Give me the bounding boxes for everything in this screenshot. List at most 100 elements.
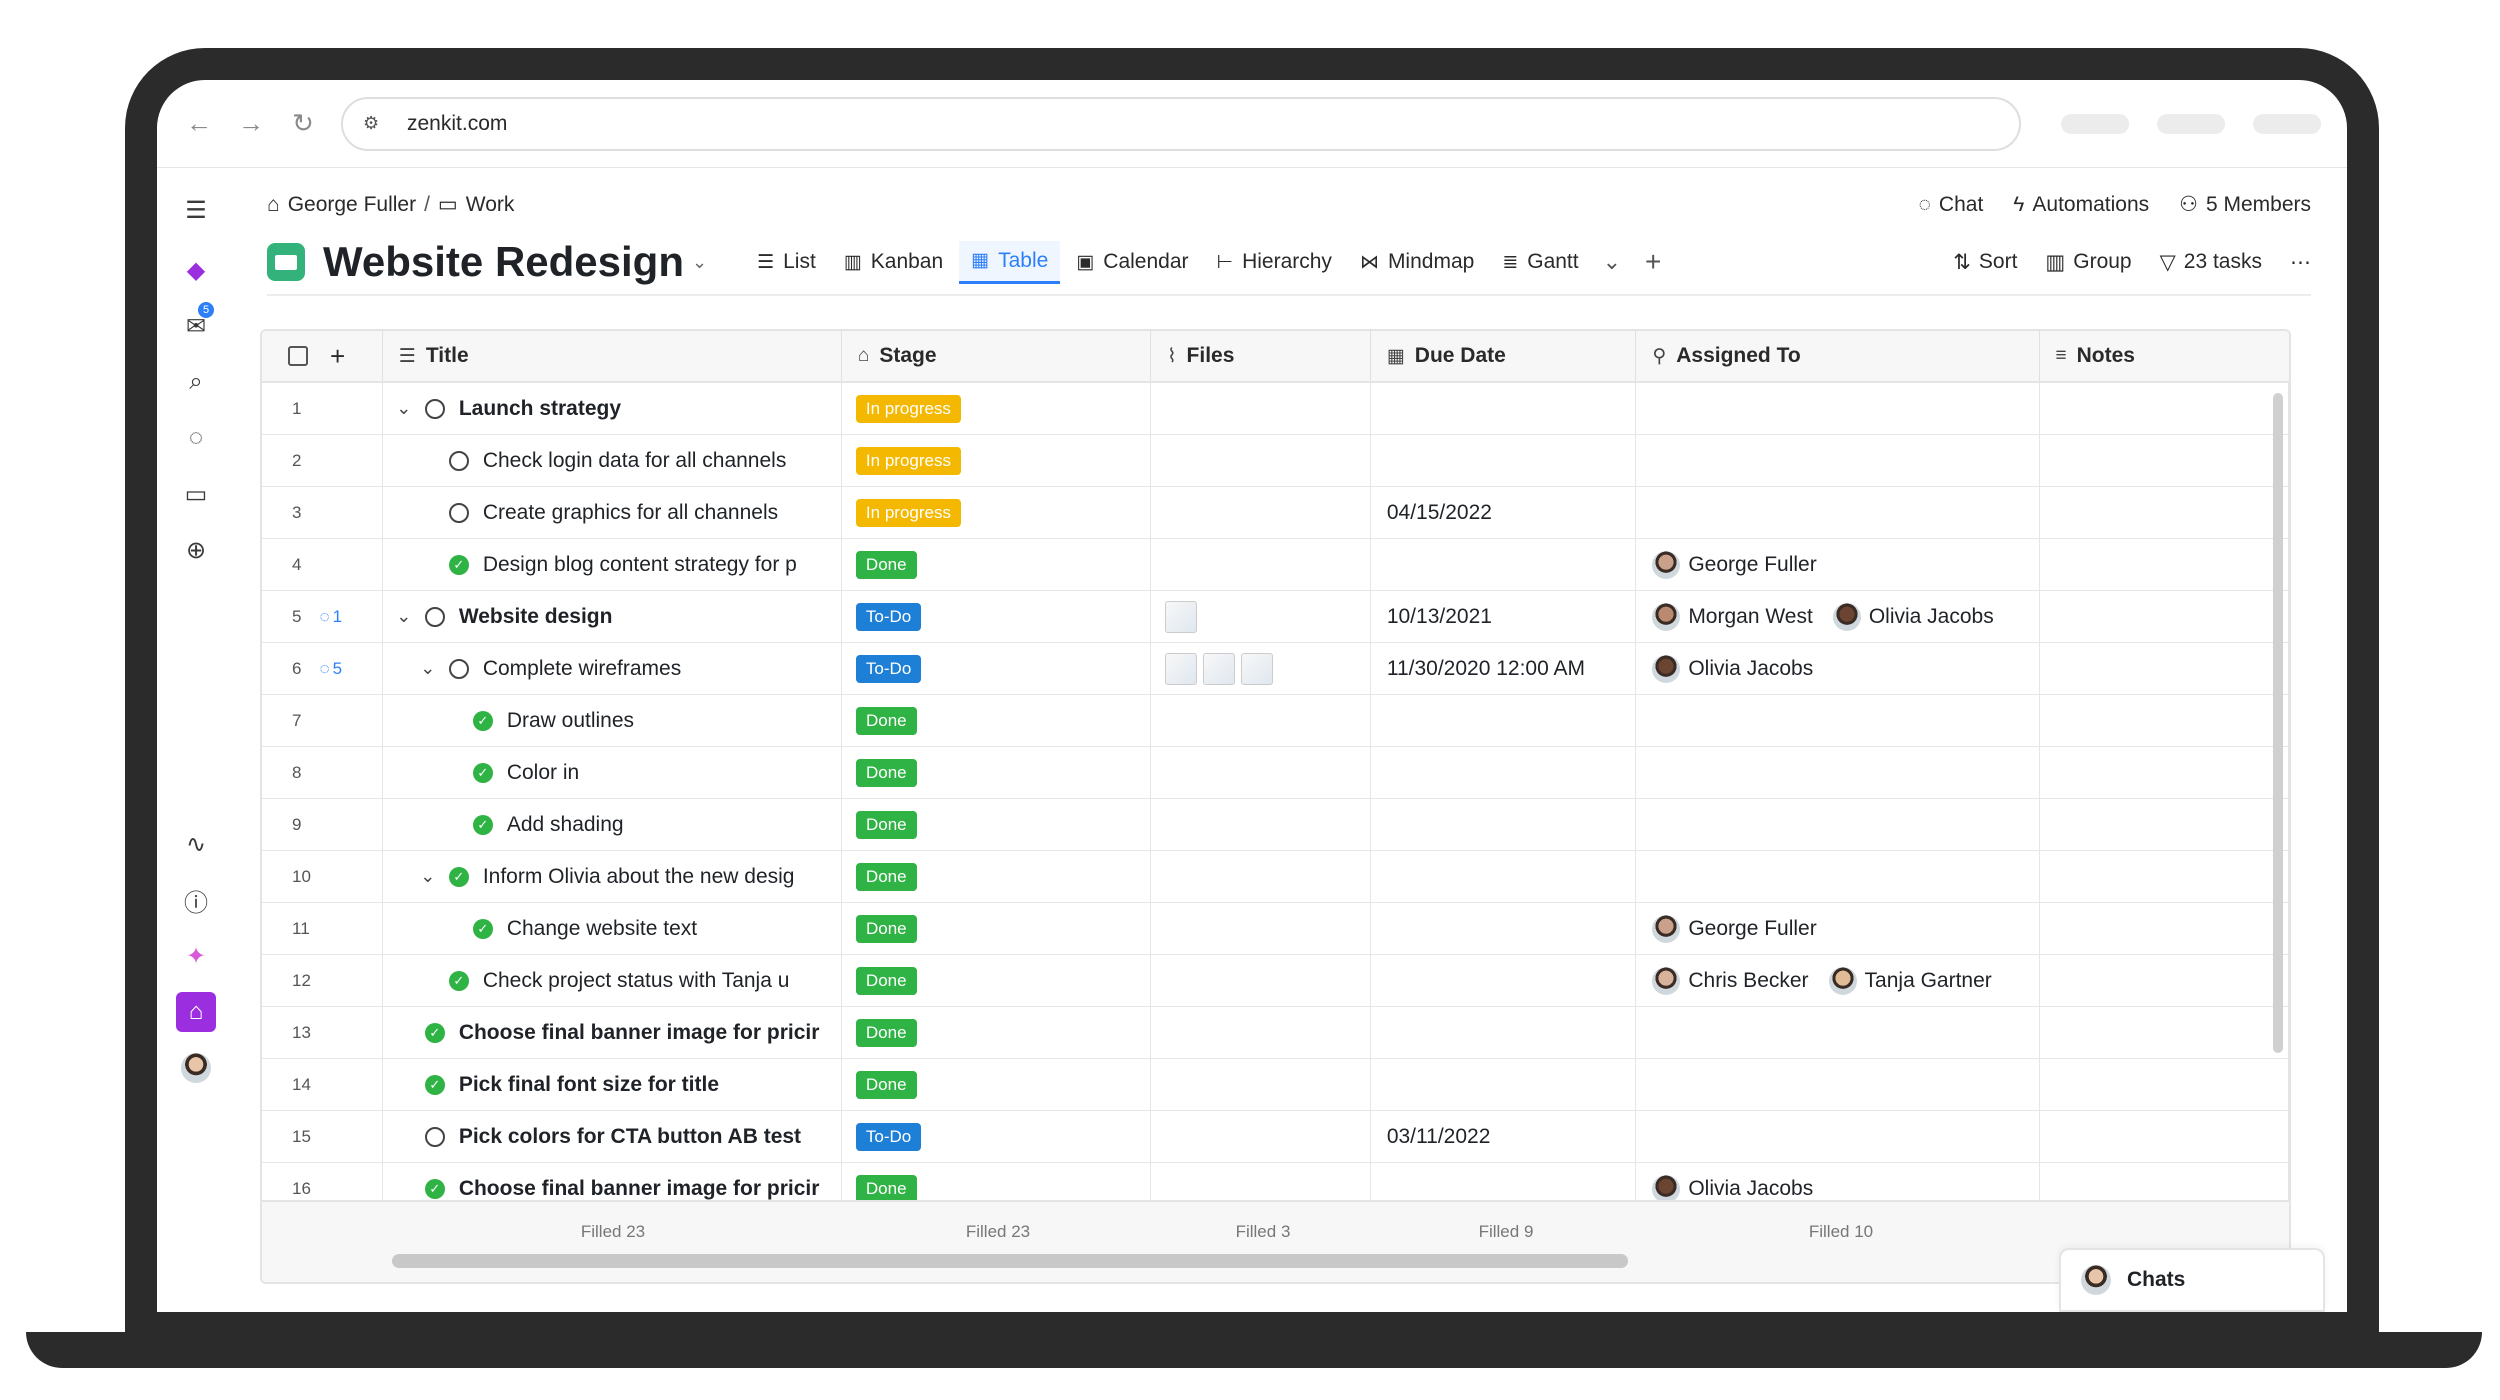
files-cell[interactable]: [1151, 799, 1371, 850]
due-date-cell[interactable]: [1371, 435, 1637, 486]
chevron-down-icon[interactable]: ⌄: [393, 398, 415, 419]
chats-panel-button[interactable]: Chats: [2059, 1248, 2325, 1312]
assigned-cell[interactable]: George Fuller: [1636, 539, 2040, 590]
assignee[interactable]: Morgan West: [1652, 602, 1813, 631]
assigned-cell[interactable]: Morgan West Olivia Jacobs: [1636, 591, 2040, 642]
title-cell[interactable]: ⌄ Launch strategy: [383, 383, 842, 434]
assigned-cell[interactable]: [1636, 1059, 2040, 1110]
due-date-cell[interactable]: 03/11/2022: [1371, 1111, 1637, 1162]
address-bar[interactable]: ⚙ zenkit.com: [341, 96, 2021, 151]
due-date-cell[interactable]: 10/13/2021: [1371, 591, 1637, 642]
files-cell[interactable]: [1151, 539, 1371, 590]
column-header-stage[interactable]: ⌂ Stage: [842, 331, 1152, 381]
column-header-files[interactable]: ⌇ Files: [1151, 331, 1371, 381]
files-cell[interactable]: [1151, 591, 1371, 642]
assigned-cell[interactable]: [1636, 695, 2040, 746]
table-row[interactable]: 9 ✓ Add shading Done: [262, 799, 2289, 851]
completed-check-icon[interactable]: ✓: [448, 554, 469, 575]
folder-icon[interactable]: ▭: [176, 474, 216, 514]
zenkit-logo-icon[interactable]: ◆: [176, 250, 216, 290]
notes-cell[interactable]: [2040, 799, 2289, 850]
notes-cell[interactable]: [2040, 435, 2289, 486]
select-all-checkbox[interactable]: [288, 346, 308, 366]
due-date-cell[interactable]: [1371, 1007, 1637, 1058]
assignee[interactable]: Olivia Jacobs: [1652, 1174, 1813, 1203]
table-row[interactable]: 14 ✓ Pick final font size for title Done: [262, 1059, 2289, 1111]
vertical-scrollbar[interactable]: [2273, 393, 2283, 1053]
file-thumbnail[interactable]: [1203, 652, 1236, 685]
apps-icon[interactable]: ✦: [176, 936, 216, 976]
files-cell[interactable]: [1151, 955, 1371, 1006]
file-thumbnail[interactable]: [1165, 652, 1198, 685]
user-avatar[interactable]: [176, 1048, 216, 1088]
title-cell[interactable]: ✓ Pick final font size for title: [383, 1059, 842, 1110]
breadcrumb-folder[interactable]: ▭ Work: [438, 192, 514, 217]
chevron-down-icon[interactable]: ⌄: [417, 866, 439, 887]
title-cell[interactable]: ✓ Choose final banner image for pricir: [383, 1007, 842, 1058]
title-cell[interactable]: ⌄ Complete wireframes: [383, 643, 842, 694]
more-views-chevron-icon[interactable]: ⌄: [1591, 249, 1633, 275]
tab-list[interactable]: ☰ List: [745, 242, 828, 282]
title-cell[interactable]: Pick colors for CTA button AB test: [383, 1111, 842, 1162]
stage-cell[interactable]: In progress: [842, 487, 1152, 538]
tab-mindmap[interactable]: ⋈ Mindmap: [1348, 242, 1486, 282]
chevron-down-icon[interactable]: ⌄: [692, 252, 707, 273]
assigned-cell[interactable]: George Fuller: [1636, 903, 2040, 954]
due-date-cell[interactable]: [1371, 539, 1637, 590]
files-cell[interactable]: [1151, 1059, 1371, 1110]
back-icon[interactable]: ←: [179, 104, 219, 144]
search-icon[interactable]: ⌕: [176, 362, 216, 402]
add-view-icon[interactable]: +: [1633, 246, 1673, 278]
file-thumbnail[interactable]: [1241, 652, 1274, 685]
info-icon[interactable]: ⓘ: [176, 880, 216, 920]
due-date-cell[interactable]: 04/15/2022: [1371, 487, 1637, 538]
due-date-cell[interactable]: [1371, 799, 1637, 850]
stage-cell[interactable]: Done: [842, 955, 1152, 1006]
assignee[interactable]: Olivia Jacobs: [1832, 602, 1994, 631]
tab-table[interactable]: ▦ Table: [959, 240, 1061, 284]
breadcrumb-owner[interactable]: ⌂ George Fuller: [267, 193, 416, 217]
open-task-circle-icon[interactable]: [424, 1126, 445, 1147]
stage-cell[interactable]: Done: [842, 1007, 1152, 1058]
completed-check-icon[interactable]: ✓: [472, 918, 493, 939]
column-header-assigned-to[interactable]: ⚲ Assigned To: [1636, 331, 2040, 381]
menu-icon[interactable]: ☰: [176, 190, 216, 230]
assigned-cell[interactable]: [1636, 851, 2040, 902]
assigned-cell[interactable]: [1636, 1111, 2040, 1162]
due-date-cell[interactable]: [1371, 903, 1637, 954]
files-cell[interactable]: [1151, 487, 1371, 538]
notes-cell[interactable]: [2040, 487, 2289, 538]
title-cell[interactable]: ⌄ Website design: [383, 591, 842, 642]
assignee[interactable]: Tanja Gartner: [1828, 966, 1992, 995]
table-row[interactable]: 10 ⌄ ✓ Inform Olivia about the new desig Don…: [262, 851, 2289, 903]
column-header-notes[interactable]: ≡ Notes: [2040, 331, 2290, 381]
notes-cell[interactable]: [2040, 747, 2289, 798]
stage-cell[interactable]: Done: [842, 799, 1152, 850]
files-cell[interactable]: [1151, 1007, 1371, 1058]
completed-check-icon[interactable]: ✓: [448, 970, 469, 991]
activity-icon[interactable]: ∿: [176, 824, 216, 864]
table-row[interactable]: 6 ◌ 5 ⌄ Complete wireframes To-Do 11/30/2020 1…: [262, 643, 2289, 695]
table-row[interactable]: 3 Create graphics for all channels In prog…: [262, 487, 2289, 539]
open-task-circle-icon[interactable]: [448, 658, 469, 679]
due-date-cell[interactable]: [1371, 955, 1637, 1006]
title-cell[interactable]: ✓ Add shading: [383, 799, 842, 850]
assigned-cell[interactable]: [1636, 383, 2040, 434]
inbox-icon[interactable]: ✉ 5: [176, 302, 216, 346]
assignee[interactable]: Chris Becker: [1652, 966, 1809, 995]
title-cell[interactable]: ⌄ ✓ Inform Olivia about the new desig: [383, 851, 842, 902]
stage-cell[interactable]: Done: [842, 747, 1152, 798]
notes-cell[interactable]: [2040, 695, 2289, 746]
stage-cell[interactable]: Done: [842, 851, 1152, 902]
chevron-down-icon[interactable]: ⌄: [417, 658, 439, 679]
assigned-cell[interactable]: [1636, 1007, 2040, 1058]
notes-cell[interactable]: [2040, 539, 2289, 590]
assignee[interactable]: Olivia Jacobs: [1652, 654, 1813, 683]
title-cell[interactable]: ✓ Check project status with Tanja u: [383, 955, 842, 1006]
table-row[interactable]: 4 ✓ Design blog content strategy for p Done…: [262, 539, 2289, 591]
comment-count[interactable]: ◌ 5: [319, 659, 342, 679]
files-cell[interactable]: [1151, 435, 1371, 486]
table-row[interactable]: 15 Pick colors for CTA button AB test To-D…: [262, 1111, 2289, 1163]
due-date-cell[interactable]: [1371, 851, 1637, 902]
assigned-cell[interactable]: Chris Becker Tanja Gartner: [1636, 955, 2040, 1006]
